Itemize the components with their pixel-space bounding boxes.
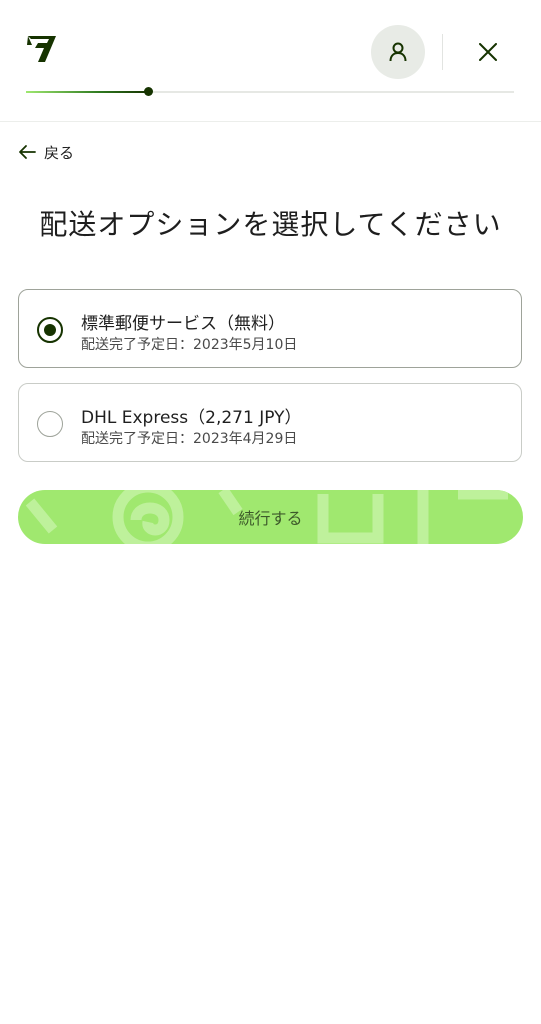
option-name: 標準郵便サービス（無料） bbox=[81, 314, 285, 334]
option-date: 配送完了予定日：2023年5月10日 bbox=[81, 337, 298, 353]
page-title: 配送オプションを選択してください bbox=[39, 208, 502, 241]
option-date: 配送完了予定日：2023年4月29日 bbox=[81, 431, 298, 447]
close-icon bbox=[479, 43, 497, 61]
close-button[interactable] bbox=[472, 36, 504, 68]
account-button[interactable] bbox=[371, 25, 425, 79]
back-link[interactable]: 戻る bbox=[18, 140, 74, 164]
header bbox=[0, 0, 541, 122]
shipping-option-standard[interactable]: 標準郵便サービス（無料） 配送完了予定日：2023年5月10日 bbox=[18, 289, 522, 368]
shipping-option-dhl[interactable]: DHL Express（2,271 JPY） 配送完了予定日：2023年4月29… bbox=[18, 383, 522, 462]
user-icon bbox=[389, 42, 407, 62]
arrow-left-icon bbox=[19, 145, 36, 159]
progress-indicator bbox=[144, 87, 153, 96]
continue-label: 続行する bbox=[238, 509, 303, 528]
radio-standard[interactable] bbox=[37, 317, 63, 343]
header-divider bbox=[442, 34, 443, 70]
wise-logo[interactable] bbox=[26, 33, 58, 63]
continue-button[interactable]: 続行する bbox=[18, 490, 523, 544]
progress-fill bbox=[26, 91, 148, 93]
radio-dhl[interactable] bbox=[37, 411, 63, 437]
option-name: DHL Express（2,271 JPY） bbox=[81, 408, 302, 428]
back-label: 戻る bbox=[44, 143, 75, 162]
page: 戻る 配送オプションを選択してください 標準郵便サービス（無料） 配送完了予定日… bbox=[0, 0, 541, 1024]
progress-bar bbox=[26, 87, 514, 96]
